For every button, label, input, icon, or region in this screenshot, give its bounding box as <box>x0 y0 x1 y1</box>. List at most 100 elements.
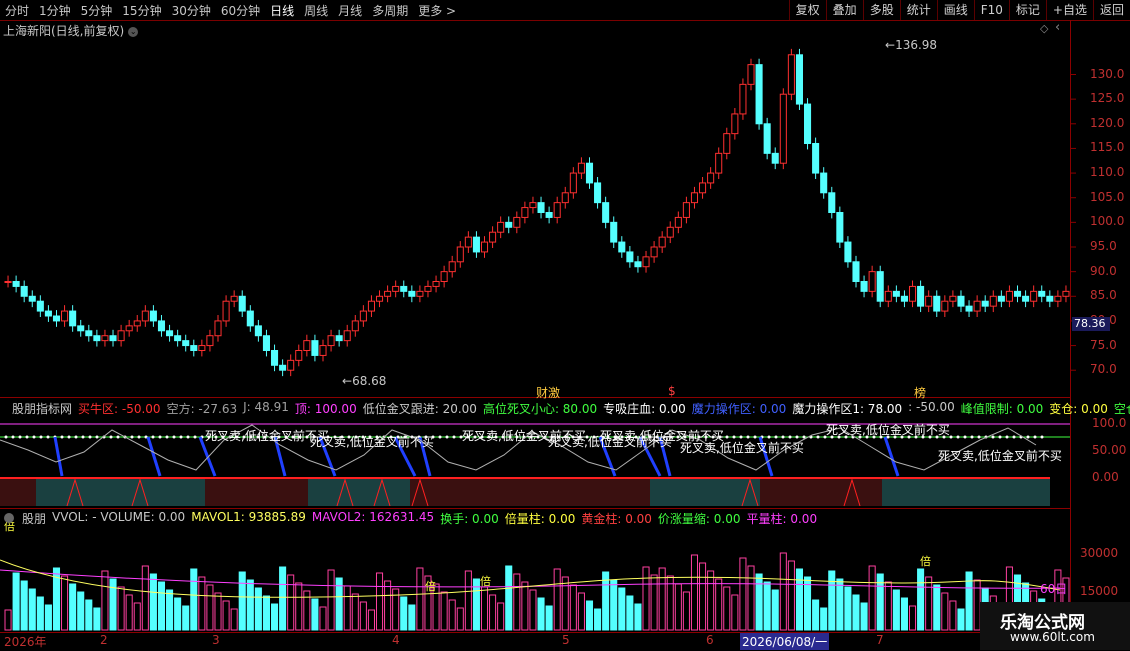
collapse-icon[interactable]: ‹ <box>1055 20 1060 35</box>
volume-bar <box>392 588 400 631</box>
indicator1-dot <box>389 435 393 439</box>
tab-30min[interactable]: 30分钟 <box>167 2 216 19</box>
indicator1-dot <box>886 435 890 439</box>
indicator1-dot <box>130 435 134 439</box>
indicator1-zone-teal <box>36 478 205 506</box>
volume-tick-30000: 30000 <box>1080 546 1119 560</box>
candle-body <box>238 295 246 312</box>
candle-body <box>343 330 351 342</box>
candle-body <box>917 285 925 307</box>
tab-5min[interactable]: 5分钟 <box>76 2 118 19</box>
candle-body <box>1022 295 1030 302</box>
volume-bar <box>61 575 69 631</box>
event-marker-caiji[interactable]: 财激 <box>536 384 560 401</box>
volume-bar <box>900 597 908 631</box>
multi-stock-button[interactable]: 多股 <box>862 0 900 20</box>
volume-bar <box>828 570 836 631</box>
volume-bar <box>852 594 860 631</box>
tab-60min[interactable]: 60分钟 <box>216 2 265 19</box>
event-marker-dollar[interactable]: $ <box>668 384 676 398</box>
candle-body <box>69 310 77 327</box>
candle-body <box>28 295 36 302</box>
indicator1-dot <box>900 435 904 439</box>
tab-more[interactable]: 更多 > <box>413 2 461 19</box>
settings-icon[interactable] <box>4 513 14 523</box>
indicator1-annotation: 死叉卖,低位金叉前不买 <box>548 434 672 449</box>
candle-body <box>141 310 149 322</box>
indicator1-dot <box>270 435 274 439</box>
indicator1-dot <box>60 435 64 439</box>
volume-bar <box>271 603 279 631</box>
tab-monthly[interactable]: 月线 <box>333 2 367 19</box>
back-button[interactable]: 返回 <box>1092 0 1130 20</box>
fuquan-button[interactable]: 复权 <box>788 0 826 20</box>
volume-bar <box>965 571 973 631</box>
candle-body <box>1038 290 1046 297</box>
f10-button[interactable]: F10 <box>973 0 1009 20</box>
volume-bar <box>101 570 109 631</box>
indicator1-dot <box>788 435 792 439</box>
chevron-down-icon[interactable]: ⌄ <box>128 26 139 37</box>
candle-body <box>957 295 965 307</box>
indicator1-dot <box>312 435 316 439</box>
volume-bar <box>521 581 529 631</box>
candle-body <box>464 236 472 248</box>
kline-chart[interactable]: 死叉卖,低位金叉前不买死叉卖,低位金叉前不买 死叉卖,低位金叉前不买死叉卖,低位金… <box>0 0 1130 650</box>
candle-body <box>61 310 69 322</box>
indicator1-item: 低位金叉跟进: 20.00 <box>362 401 477 416</box>
indicator1-dot <box>851 435 855 439</box>
volume-bar <box>182 605 190 631</box>
draw-line-button[interactable]: 画线 <box>936 0 974 20</box>
volume-bar <box>85 599 93 631</box>
volume-bar <box>464 570 472 631</box>
indicator1-dot <box>753 435 757 439</box>
tab-1min[interactable]: 1分钟 <box>34 2 76 19</box>
indicator1-dot <box>4 435 8 439</box>
bei-volume-label: 倍 <box>425 579 436 593</box>
diamond-icon[interactable]: ◇ <box>1040 22 1048 35</box>
price-tick: 120.0 <box>1090 115 1125 130</box>
indicator1-signal <box>638 436 662 477</box>
candle-body <box>626 251 634 263</box>
indicator1-signal <box>418 436 432 477</box>
candle-body <box>117 330 125 342</box>
candle-body <box>367 300 375 312</box>
volume-bar <box>214 592 222 631</box>
volume-bar <box>44 604 52 631</box>
tab-weekly[interactable]: 周线 <box>299 2 333 19</box>
indicator1-dot <box>11 435 15 439</box>
tab-daily[interactable]: 日线 <box>265 2 299 19</box>
indicator1-name[interactable]: 股朋指标网 <box>12 400 72 417</box>
volume-bar <box>20 580 28 631</box>
volume-bar <box>480 586 489 631</box>
candle-body <box>755 64 763 125</box>
volume-bar <box>246 579 254 631</box>
volume-bar <box>650 574 658 631</box>
volume-bar <box>295 582 303 631</box>
indicator1-zone <box>0 478 1050 506</box>
candle-body <box>335 335 343 342</box>
volume-bar <box>190 568 198 631</box>
indicator1-signal <box>883 436 900 477</box>
indicator1-dot <box>53 435 57 439</box>
volume-bar <box>610 579 618 631</box>
indicator1-dot <box>459 435 463 439</box>
chart-title[interactable]: 上海新阳(日线,前复权) ⌄ <box>3 22 139 39</box>
indicator1-item: : -50.00 <box>908 399 955 414</box>
volume-bar <box>513 573 521 631</box>
event-marker-bang[interactable]: 榜 <box>914 384 926 401</box>
overlay-button[interactable]: 叠加 <box>825 0 863 20</box>
volume-bar <box>206 584 214 631</box>
indicator1-j-line <box>0 424 1037 471</box>
tab-multi-period[interactable]: 多周期 <box>367 2 413 19</box>
tab-15min[interactable]: 15分钟 <box>117 2 166 19</box>
indicator1-item: 高位死叉小心: 80.00 <box>482 401 598 416</box>
mark-button[interactable]: 标记 <box>1008 0 1046 20</box>
volume-bar <box>424 575 432 631</box>
statistics-button[interactable]: 统计 <box>899 0 937 20</box>
indicator1-dot <box>991 435 995 439</box>
add-watchlist-button[interactable]: +自选 <box>1045 0 1093 20</box>
indicator2-name[interactable]: 股朋 <box>22 510 46 527</box>
indicator1-dot <box>795 435 799 439</box>
tab-fenshi[interactable]: 分时 <box>0 2 34 19</box>
